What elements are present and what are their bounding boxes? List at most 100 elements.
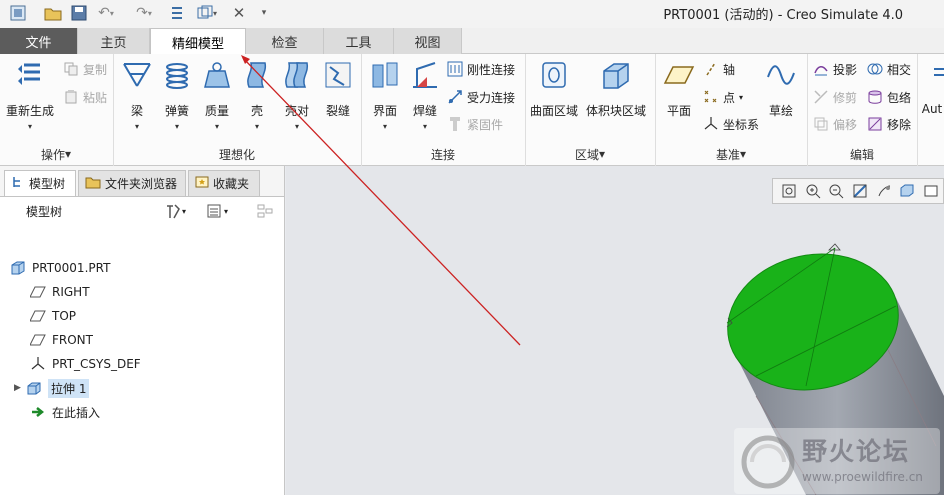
surface-region-button[interactable]: 曲面区域 xyxy=(528,58,580,119)
filter-icon[interactable] xyxy=(254,201,276,221)
favorites-icon xyxy=(195,175,209,192)
redo-icon[interactable]: ↷ ▾ xyxy=(130,3,158,23)
tab-refine-model[interactable]: 精细模型 xyxy=(150,28,246,55)
fastener-icon xyxy=(446,115,464,133)
chevron-down-icon[interactable]: ▾ xyxy=(28,122,32,131)
offset-icon xyxy=(812,115,830,133)
weighted-link-icon xyxy=(446,88,464,106)
trim-button[interactable]: 修剪 xyxy=(812,86,857,108)
undo-icon[interactable]: ↶ ▾ xyxy=(92,3,120,23)
volume-region-icon xyxy=(599,58,633,92)
tree-item-part[interactable]: PRT0001.PRT xyxy=(10,257,110,279)
offset-button[interactable]: 偏移 xyxy=(812,113,857,135)
axis-button[interactable]: 轴 xyxy=(702,58,735,80)
tab-model-tree[interactable]: 模型树 xyxy=(4,170,76,196)
weld-button[interactable]: 焊缝 ▾ xyxy=(406,58,444,131)
interface-icon xyxy=(368,58,402,92)
spring-button[interactable]: 弹簧 ▾ xyxy=(158,58,196,131)
tab-favorites[interactable]: 收藏夹 xyxy=(188,170,260,196)
save-icon[interactable] xyxy=(68,3,90,23)
datum-plane-icon xyxy=(30,332,46,348)
copy-button[interactable]: 复制 xyxy=(62,58,107,80)
tab-view[interactable]: 视图 xyxy=(394,28,462,54)
watermark-url: www.proewildfire.cn xyxy=(802,470,923,484)
tab-folder-browser[interactable]: 文件夹浏览器 xyxy=(78,170,186,196)
sketch-button[interactable]: 草绘 xyxy=(762,58,800,119)
trim-icon xyxy=(812,88,830,106)
ribbon-tabs: 文件 主页 精细模型 检查 工具 视图 xyxy=(0,28,944,55)
mass-icon xyxy=(200,58,234,92)
extrude-label: 拉伸 1 xyxy=(48,378,90,398)
close-window-icon[interactable]: ✕ xyxy=(230,3,248,23)
tree-item-insert-here[interactable]: 在此插入 xyxy=(30,401,100,423)
group-edit-label: 编辑 xyxy=(849,147,874,162)
crack-button[interactable]: 裂缝 xyxy=(318,58,358,119)
part-icon xyxy=(10,260,26,276)
crack-icon xyxy=(321,58,355,92)
csys-button[interactable]: 坐标系 xyxy=(702,113,759,135)
model-tree-icon xyxy=(11,175,25,192)
title-bar: ↶ ▾ ↷ ▾ ▾ ✕ ▾ PRT0001 (活动的) - Creo Simulat… xyxy=(0,0,944,28)
copy-icon xyxy=(62,60,80,78)
tab-file[interactable]: 文件 xyxy=(0,28,78,54)
auto-button[interactable]: Aut xyxy=(920,58,944,116)
datum-plane-icon xyxy=(30,308,46,324)
interface-button[interactable]: 界面 ▾ xyxy=(366,58,404,131)
beam-button[interactable]: 梁 ▾ xyxy=(118,58,156,131)
beam-icon xyxy=(120,58,154,92)
wrap-button[interactable]: 包络 xyxy=(866,86,911,108)
expand-arrow-icon[interactable]: ▶ xyxy=(14,383,26,393)
csys-icon xyxy=(30,356,46,372)
show-icon[interactable]: ▾ xyxy=(206,201,242,221)
intersect-button[interactable]: 相交 xyxy=(866,58,911,80)
fastener-button[interactable]: 紧固件 xyxy=(446,113,503,135)
settings-icon[interactable]: ▾ xyxy=(164,201,200,221)
rigid-link-button[interactable]: 刚性连接 xyxy=(446,58,515,80)
app-menu-icon[interactable] xyxy=(6,3,30,23)
graphics-window[interactable]: 野火论坛 www.proewildfire.cn xyxy=(286,166,944,495)
shell-pair-icon xyxy=(280,58,314,92)
insert-arrow-icon xyxy=(30,404,46,420)
datum-plane-icon xyxy=(30,284,46,300)
spring-icon xyxy=(160,58,194,92)
group-region-label[interactable]: 区域 ▾ xyxy=(526,145,654,163)
mass-button[interactable]: 质量 ▾ xyxy=(198,58,236,131)
tab-home[interactable]: 主页 xyxy=(78,28,150,54)
weighted-link-button[interactable]: 受力连接 xyxy=(446,86,515,108)
extrude-icon xyxy=(26,380,42,396)
intersect-icon xyxy=(866,60,884,78)
tab-tools[interactable]: 工具 xyxy=(324,28,394,54)
weld-icon xyxy=(408,58,442,92)
navigator-panel: 模型树 文件夹浏览器 收藏夹 模型树 ▾ ▾ PRT0001.PRT RIGHT… xyxy=(0,166,285,495)
tree-item-top[interactable]: TOP xyxy=(30,305,76,327)
group-connection-label: 连接 xyxy=(430,147,455,162)
regenerate-button[interactable]: 重新生成 ▾ xyxy=(4,58,56,131)
shell-button[interactable]: 壳 ▾ xyxy=(238,58,276,131)
watermark-logo-icon xyxy=(741,435,795,489)
regenerate-small-icon[interactable] xyxy=(166,3,188,23)
project-button[interactable]: 投影 xyxy=(812,58,857,80)
tree-item-extrude[interactable]: ▶ 拉伸 1 xyxy=(14,377,90,399)
tree-item-front[interactable]: FRONT xyxy=(30,329,93,351)
volume-region-button[interactable]: 体积块区域 xyxy=(584,58,648,119)
tree-item-right[interactable]: RIGHT xyxy=(30,281,90,303)
auto-icon xyxy=(920,58,944,92)
point-button[interactable]: 点 ▾ xyxy=(702,86,743,108)
tab-inspect[interactable]: 检查 xyxy=(246,28,324,54)
plane-button[interactable]: 平面 xyxy=(660,58,698,119)
windows-icon[interactable]: ▾ xyxy=(192,3,222,23)
axis-icon xyxy=(702,60,720,78)
open-folder-icon[interactable] xyxy=(42,3,64,23)
surface-region-icon xyxy=(537,58,571,92)
group-operations-label[interactable]: 操作 ▾ xyxy=(0,145,112,163)
paste-button[interactable]: 粘贴 xyxy=(62,86,107,108)
customize-toolbar-icon[interactable]: ▾ xyxy=(256,3,272,23)
ribbon: 重新生成 ▾ 复制 粘贴 操作 ▾ 梁 ▾ 弹簧 ▾ 质量 ▾ 壳 ▾ 壳对 ▾ … xyxy=(0,54,944,166)
tree-item-csys[interactable]: PRT_CSYS_DEF xyxy=(30,353,141,375)
group-datum-label[interactable]: 基准 ▾ xyxy=(656,145,806,163)
watermark: 野火论坛 www.proewildfire.cn xyxy=(734,428,940,494)
shell-pair-button[interactable]: 壳对 ▾ xyxy=(278,58,316,131)
model-tree-header: 模型树 xyxy=(26,205,63,219)
regenerate-icon xyxy=(13,58,47,92)
remove-button[interactable]: 移除 xyxy=(866,113,911,135)
